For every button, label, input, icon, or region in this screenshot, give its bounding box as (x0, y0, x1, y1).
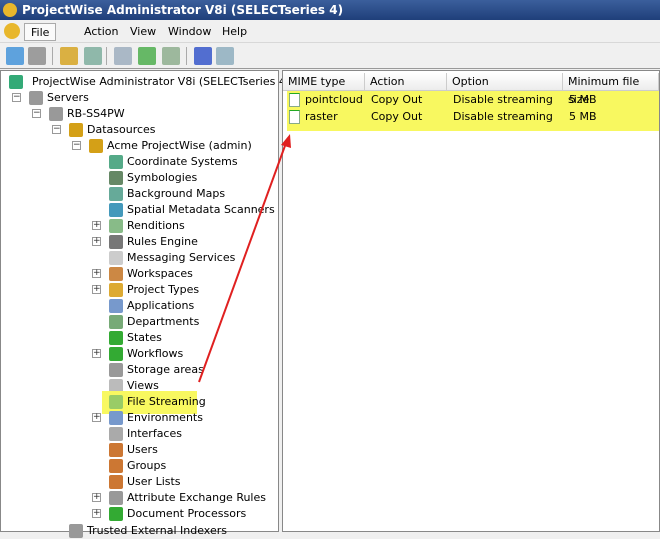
arrow-head (281, 134, 291, 148)
annotation-arrow (198, 134, 291, 383)
arrow-line (198, 142, 287, 383)
